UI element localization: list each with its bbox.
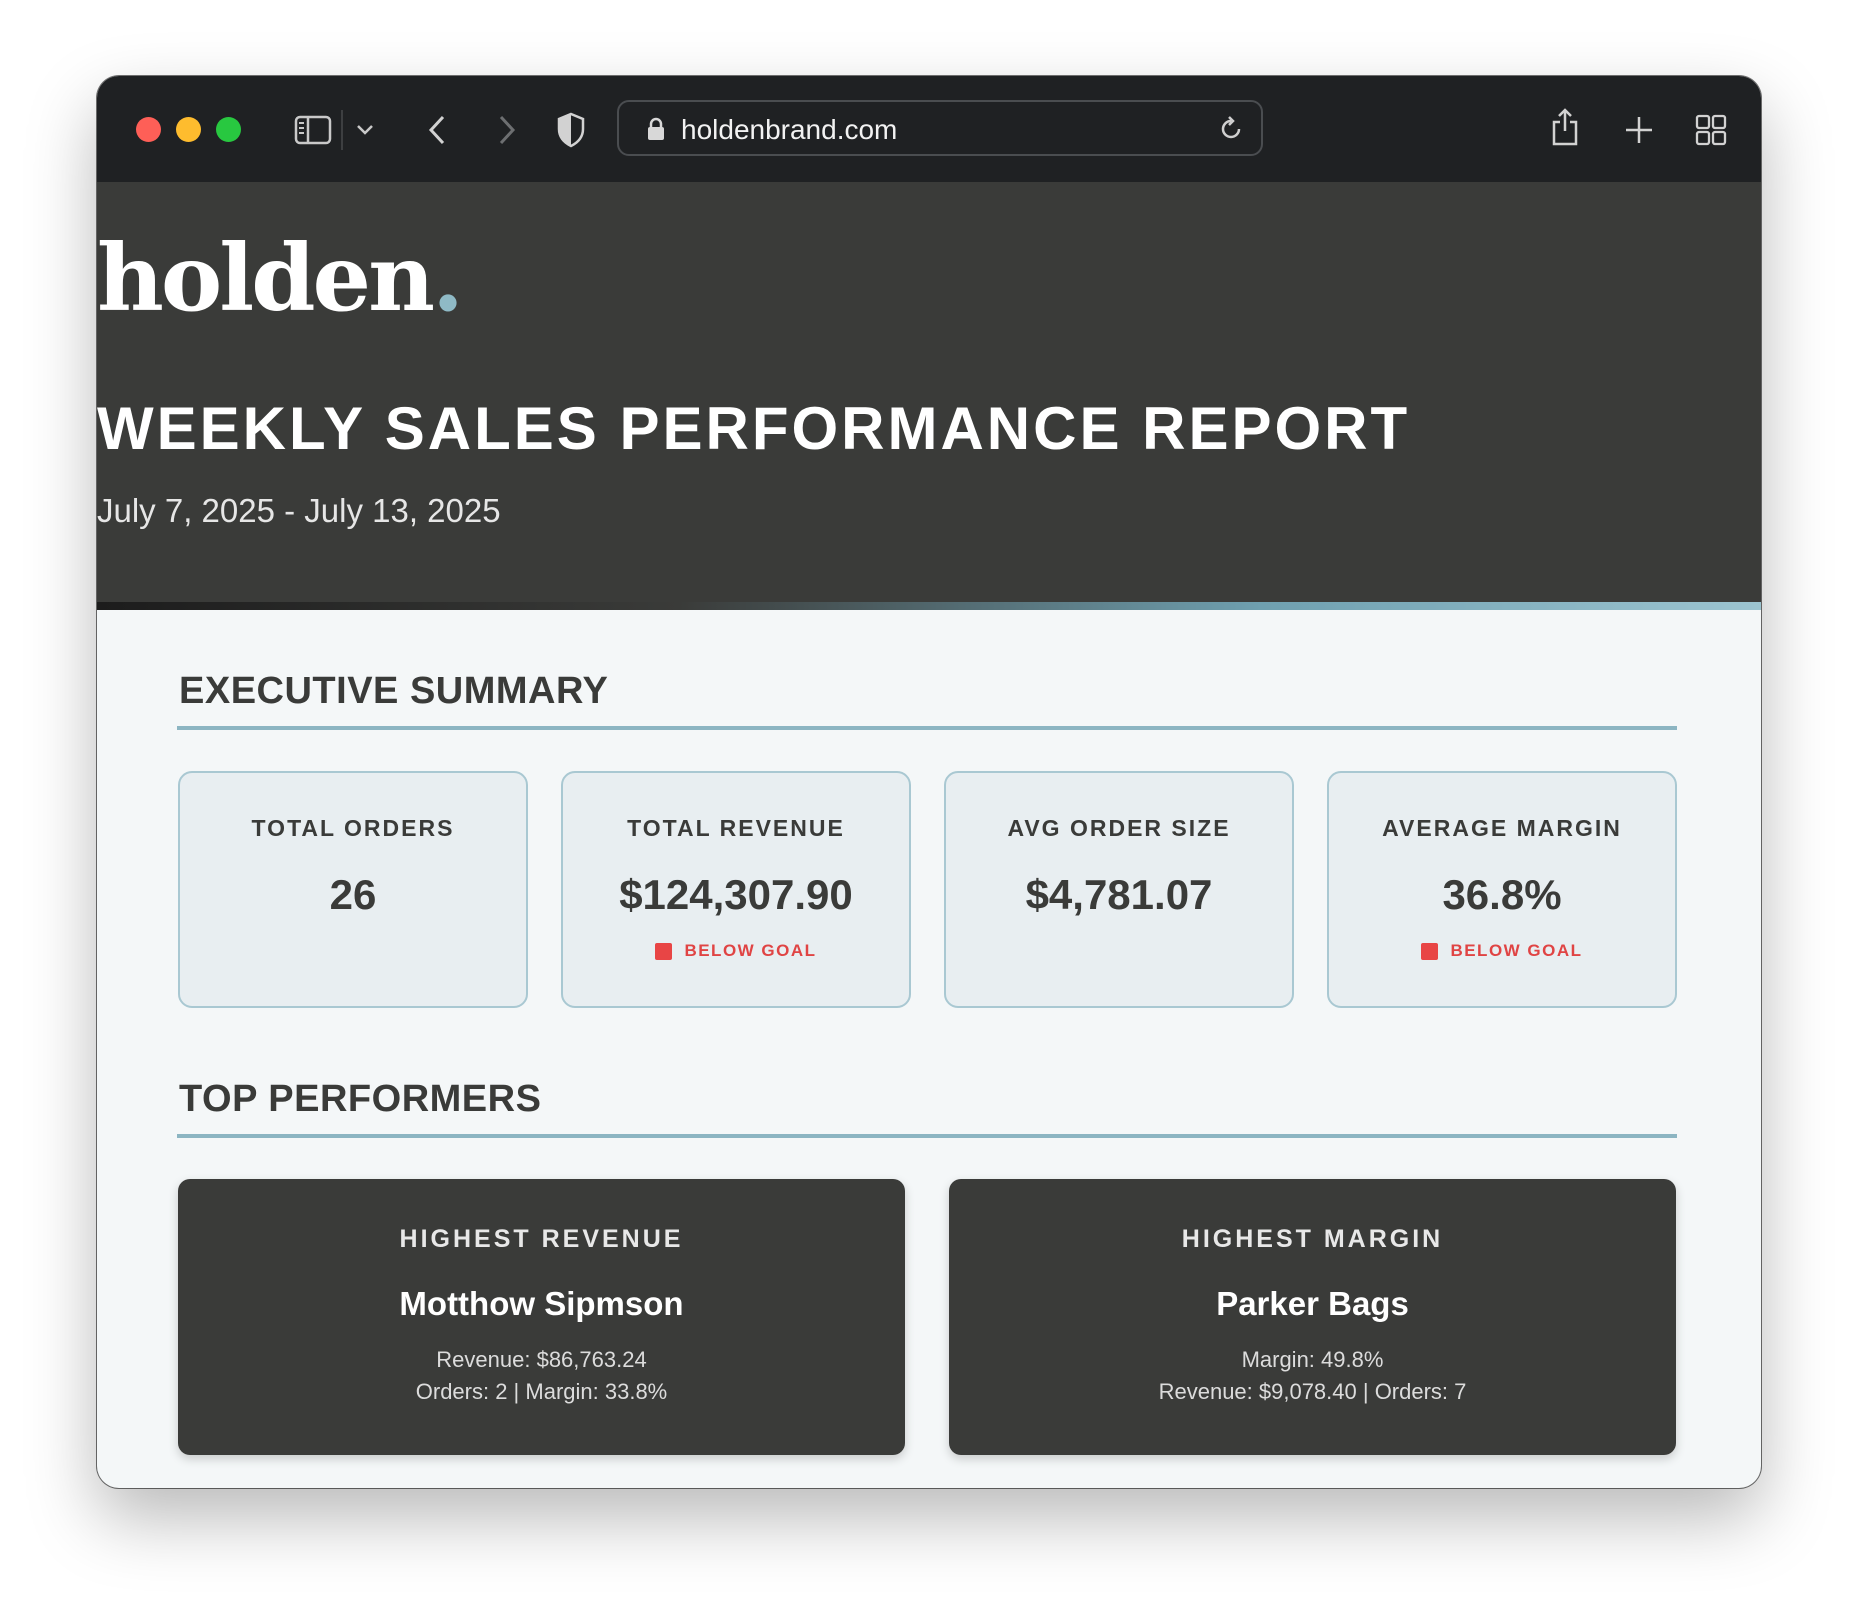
performer-name: Parker Bags bbox=[1216, 1285, 1409, 1322]
kpi-card-average-margin: AVERAGE MARGIN 36.8% BELOW GOAL bbox=[1327, 771, 1677, 1008]
performer-label: HIGHEST REVENUE bbox=[399, 1225, 684, 1253]
kpi-label: TOTAL REVENUE bbox=[627, 815, 845, 841]
kpi-label: AVERAGE MARGIN bbox=[1382, 815, 1622, 841]
address-url: holdenbrand.com bbox=[681, 114, 898, 145]
close-window-button[interactable] bbox=[136, 117, 161, 142]
performer-detail: Revenue: $86,763.24 bbox=[436, 1347, 647, 1372]
kpi-card-avg-order-size: AVG ORDER SIZE $4,781.07 bbox=[944, 771, 1294, 1008]
holden-logo: holden. bbox=[97, 224, 1761, 332]
performer-detail: Revenue: $9,078.40 | Orders: 7 bbox=[1158, 1379, 1467, 1404]
below-goal-badge: BELOW GOAL bbox=[563, 941, 909, 961]
minimize-window-button[interactable] bbox=[176, 117, 201, 142]
report-title: WEEKLY SALES PERFORMANCE REPORT bbox=[97, 395, 1411, 462]
performer-name: Motthow Sipmson bbox=[399, 1285, 684, 1322]
kpi-value: 26 bbox=[329, 871, 377, 918]
sidebar-toggle-icon[interactable] bbox=[293, 110, 333, 150]
reload-icon[interactable] bbox=[1217, 115, 1245, 148]
forward-arrow-icon[interactable] bbox=[489, 110, 525, 150]
lock-icon bbox=[647, 117, 665, 146]
share-icon[interactable] bbox=[1547, 104, 1583, 150]
privacy-shield-icon[interactable] bbox=[553, 110, 589, 150]
kpi-card-total-orders: TOTAL ORDERS 26 bbox=[178, 771, 528, 1008]
alert-square-icon bbox=[655, 942, 673, 960]
performer-label: HIGHEST MARGIN bbox=[1181, 1225, 1444, 1253]
kpi-value: $124,307.90 bbox=[619, 871, 853, 918]
executive-summary-divider bbox=[177, 726, 1677, 730]
kpi-label: AVG ORDER SIZE bbox=[1007, 815, 1231, 841]
performer-card-highest-margin: HIGHEST MARGIN Parker Bags Margin: 49.8%… bbox=[949, 1179, 1676, 1455]
browser-window: holdenbrand.com holden. WEEKLY SALES PER… bbox=[97, 76, 1761, 1488]
below-goal-badge: BELOW GOAL bbox=[1329, 941, 1675, 961]
alert-square-icon bbox=[1421, 942, 1439, 960]
browser-toolbar: holdenbrand.com bbox=[97, 76, 1761, 182]
toolbar-divider bbox=[341, 110, 343, 150]
back-arrow-icon[interactable] bbox=[419, 110, 455, 150]
report-date-range: July 7, 2025 - July 13, 2025 bbox=[97, 492, 501, 529]
performer-detail: Margin: 49.8% bbox=[1241, 1347, 1384, 1372]
zoom-window-button[interactable] bbox=[216, 117, 241, 142]
executive-summary-heading: EXECUTIVE SUMMARY bbox=[179, 670, 609, 712]
status-text: BELOW GOAL bbox=[1450, 941, 1583, 960]
logo-text: holden bbox=[97, 224, 435, 332]
status-text: BELOW GOAL bbox=[684, 941, 817, 960]
logo-dot: . bbox=[431, 224, 464, 332]
new-tab-plus-icon[interactable] bbox=[1621, 110, 1657, 150]
kpi-label: TOTAL ORDERS bbox=[251, 815, 455, 841]
address-bar[interactable]: holdenbrand.com bbox=[617, 100, 1263, 156]
tab-overview-icon[interactable] bbox=[1693, 110, 1729, 150]
top-performers-heading: TOP PERFORMERS bbox=[179, 1078, 542, 1120]
performer-detail: Orders: 2 | Margin: 33.8% bbox=[415, 1379, 668, 1404]
kpi-card-total-revenue: TOTAL REVENUE $124,307.90 BELOW GOAL bbox=[561, 771, 911, 1008]
top-performers-divider bbox=[177, 1134, 1677, 1138]
chevron-down-icon[interactable] bbox=[351, 116, 379, 144]
kpi-value: 36.8% bbox=[1442, 871, 1562, 918]
kpi-value: $4,781.07 bbox=[1025, 871, 1213, 918]
header-divider bbox=[97, 602, 1761, 610]
performer-card-highest-revenue: HIGHEST REVENUE Motthow Sipmson Revenue:… bbox=[178, 1179, 905, 1455]
